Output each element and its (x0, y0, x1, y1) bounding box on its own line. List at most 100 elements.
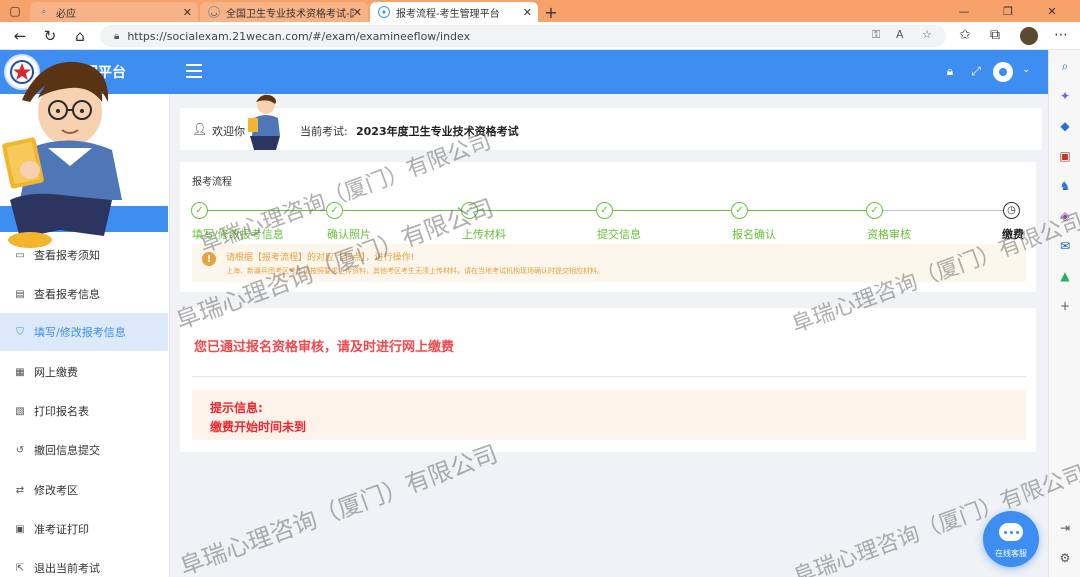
tools-icon[interactable]: ▣ (1057, 148, 1073, 164)
more-menu-icon[interactable]: ⋯ (1052, 27, 1070, 43)
close-tab-icon[interactable]: ✕ (353, 6, 362, 19)
microsoft-365-icon[interactable]: ◈ (1057, 208, 1073, 224)
url-text: https://socialexam.21wecan.com/#/exam/ex… (127, 29, 471, 43)
menu-header[interactable]: ≡ 菜单 (0, 206, 168, 232)
print-form-icon: ▧ (15, 405, 25, 417)
browser-tab-nhc[interactable]: ◡ 全国卫生专业技术资格考试-国家 ✕ (200, 2, 368, 22)
exit-icon: ⇱ (15, 562, 25, 574)
add-sidebar-icon[interactable]: + (1057, 298, 1073, 314)
tip-title: 提示信息: (210, 401, 263, 415)
menu-item-label: 修改考区 (34, 484, 78, 497)
search-icon[interactable]: ⌕ (1057, 58, 1073, 74)
browser-tab-active[interactable]: ✦ 报考流程-考生管理平台 ✕ (370, 2, 538, 22)
menu-item-label: 准考证打印 (34, 523, 89, 536)
current-exam-label: 当前考试: (300, 125, 348, 138)
favorite-star-icon[interactable]: ☆ (922, 28, 932, 41)
menu-header-label: 菜单 (66, 212, 91, 227)
games-icon[interactable]: ♞ (1057, 178, 1073, 194)
menu-item-edit-info[interactable]: ⛉ 填写/修改报考信息 (0, 313, 168, 351)
step-done-check-icon: ✓ (731, 202, 748, 219)
step-label[interactable]: 确认照片 (327, 226, 371, 242)
step-connector (208, 210, 326, 211)
tab-actions-icon[interactable]: ▢ (0, 0, 30, 22)
watermark-text: 阜瑞心理咨询（厦门）有限公司 (176, 439, 502, 577)
close-tab-icon[interactable]: ✕ (183, 6, 192, 19)
platform-title: 理平台 (84, 65, 126, 81)
step-connector (883, 210, 1003, 211)
read-aloud-icon[interactable]: A (896, 28, 904, 41)
user-icon: 👤︎ (192, 122, 208, 136)
chat-label: 在线客服 (995, 549, 1027, 558)
chat-bubble-icon (999, 523, 1023, 541)
warning-icon: ! (202, 252, 216, 266)
browser-profile-avatar[interactable] (1020, 27, 1038, 45)
home-icon[interactable]: ⌂ (70, 26, 90, 46)
tip-message: 缴费开始时间未到 (210, 420, 307, 434)
document-icon: ▤ (15, 288, 25, 300)
welcome-greeting: 欢迎你 (212, 125, 245, 138)
fullscreen-icon[interactable]: ⤢ (968, 64, 984, 79)
refresh-icon[interactable]: ↻ (40, 26, 60, 46)
step-done-check-icon: ✓ (596, 202, 613, 219)
step-label[interactable]: 缴费 (1002, 226, 1024, 242)
step-label[interactable]: 报名确认 (732, 226, 776, 242)
tab-title: 报考流程-考生管理平台 (396, 8, 500, 20)
lock-screen-icon[interactable]: 🔒︎ (942, 64, 958, 79)
step-connector (613, 210, 731, 211)
menu-item-exit-exam[interactable]: ⇱ 退出当前考试 (0, 549, 168, 577)
chevron-down-icon[interactable]: ⌄ (1022, 64, 1030, 75)
menu-list-icon: ≡ (16, 212, 27, 226)
close-tab-icon[interactable]: ✕ (523, 6, 532, 19)
tip-box: 提示信息: 缴费开始时间未到 (192, 390, 1026, 440)
menu-item-admit-card[interactable]: ▣ 准考证打印 (0, 510, 168, 548)
hide-sidebar-icon[interactable]: ⇥ (1057, 520, 1073, 536)
menu-item-print-form[interactable]: ▧ 打印报名表 (0, 392, 168, 430)
back-icon[interactable]: ← (10, 26, 30, 46)
user-avatar[interactable] (993, 62, 1013, 82)
shopping-tag-icon[interactable]: ◆ (1057, 118, 1073, 134)
step-label[interactable]: 填写/修改报考信息 (192, 226, 284, 242)
menu-item-payment[interactable]: ▦ 网上缴费 (0, 353, 168, 391)
menu-item-label: 查看报考信息 (34, 288, 100, 301)
online-service-button[interactable]: 在线客服 (983, 511, 1039, 567)
flow-title: 报考流程 (192, 177, 232, 188)
copilot-icon[interactable]: ✦ (1057, 88, 1073, 104)
step-connector (478, 210, 596, 211)
payment-icon: ▦ (15, 366, 25, 378)
bing-search-icon: ⌕ (41, 7, 47, 16)
divider (192, 376, 1026, 377)
address-bar-row: ← ↻ ⌂ 🔒︎ https://socialexam.21wecan.com/… (0, 22, 1080, 50)
step-connector (343, 210, 461, 211)
menu-item-withdraw[interactable]: ↺ 撤回信息提交 (0, 431, 168, 469)
menu-item-notice[interactable]: ▭ 查看报考须知 (0, 236, 168, 274)
outlook-icon[interactable]: ✉ (1057, 238, 1073, 254)
lock-icon: 🔒︎ (114, 30, 120, 42)
logo-area: 理平台 (0, 50, 170, 94)
flow-notice: ! 请根据【报考流程】的对应【节点】，进行操作! 上海、新疆兵团考区考生请按照要… (192, 244, 1026, 282)
favorites-icon[interactable]: ✩ (956, 27, 974, 43)
settings-gear-icon[interactable]: ⚙ (1057, 550, 1073, 566)
notice-detail: 上海、新疆兵团考区考生请按照要求上传资料，其他考区考生无须上传材料，请在当地考试… (226, 267, 604, 275)
hamburger-menu-icon[interactable] (186, 64, 202, 78)
app-sidebar: 理平台 ≡ 菜单 ▭ 查看报考须知 ▤ 查看报考信息 ⛉ 填写/修改报考信息 ▦… (0, 50, 170, 577)
close-window-icon[interactable]: ✕ (1030, 0, 1074, 22)
menu-item-view-info[interactable]: ▤ 查看报考信息 (0, 275, 168, 313)
browser-tab-bing[interactable]: ⌕ 必应 ✕ (30, 2, 198, 22)
key-icon[interactable]: ⚿ (872, 28, 880, 42)
menu-item-label: 撤回信息提交 (34, 444, 100, 457)
current-exam-name: 2023年度卫生专业技术资格考试 (356, 125, 519, 138)
step-label[interactable]: 资格审核 (867, 226, 911, 242)
drop-icon[interactable]: ▲ (1057, 268, 1073, 284)
step-label[interactable]: 提交信息 (597, 226, 641, 242)
url-field[interactable]: 🔒︎ https://socialexam.21wecan.com/#/exam… (100, 25, 946, 47)
collections-icon[interactable]: ⧉ (986, 27, 1004, 43)
step-label[interactable]: 上传材料 (462, 226, 506, 242)
menu-item-label: 打印报名表 (34, 405, 89, 418)
new-tab-button[interactable]: + (538, 2, 564, 22)
admit-card-icon: ▣ (15, 523, 25, 535)
menu-item-change-area[interactable]: ⇄ 修改考区 (0, 471, 168, 509)
restore-icon[interactable]: ❐ (986, 0, 1030, 22)
step-pending-clock-icon: ◷ (1003, 202, 1020, 219)
minimize-icon[interactable]: — (942, 0, 986, 22)
welcome-card: 👤︎ 欢迎你 当前考试: 2023年度卫生专业技术资格考试 (180, 108, 1042, 150)
